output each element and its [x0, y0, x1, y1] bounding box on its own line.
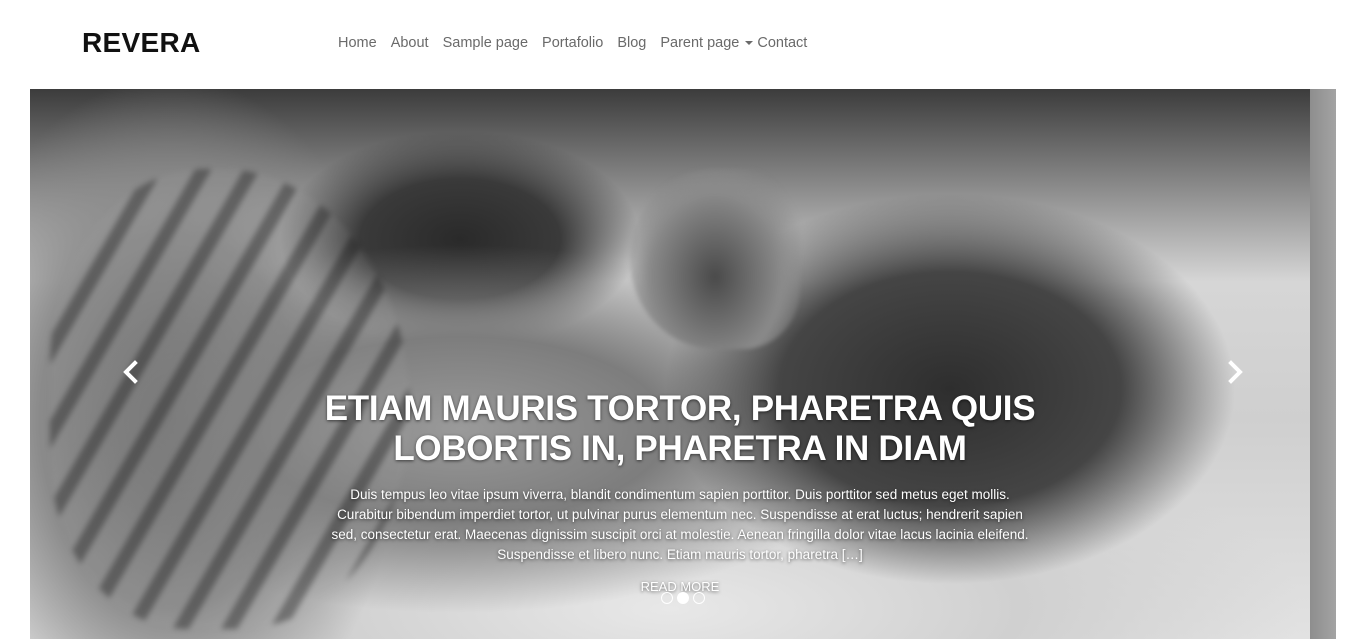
chevron-right-icon	[1228, 360, 1243, 384]
slider-prev-button[interactable]	[116, 357, 146, 387]
slide-excerpt: Duis tempus leo vitae ipsum viverra, bla…	[331, 487, 1029, 562]
hero-slider: ETIAM MAURIS TORTOR, PHARETRA QUIS LOBOR…	[30, 89, 1336, 639]
caret-down-icon[interactable]	[745, 41, 754, 45]
slider-dot-1[interactable]	[661, 592, 673, 604]
slider-pagination	[661, 592, 705, 604]
nav-item-contact[interactable]: Contact	[757, 34, 807, 52]
nav-item-about[interactable]: About	[391, 34, 429, 52]
chevron-left-icon	[123, 360, 138, 384]
nav-item-sample-page[interactable]: Sample page	[443, 34, 528, 52]
slider-dot-3[interactable]	[693, 592, 705, 604]
nav-item-home[interactable]: Home	[338, 34, 377, 52]
slider-next-button[interactable]	[1220, 357, 1250, 387]
slide-title[interactable]: ETIAM MAURIS TORTOR, PHARETRA QUIS LOBOR…	[310, 389, 1050, 469]
main-nav: Home About Sample page Portafolio Blog P…	[338, 34, 821, 52]
nav-item-blog[interactable]: Blog	[617, 34, 646, 52]
slide-caption: ETIAM MAURIS TORTOR, PHARETRA QUIS LOBOR…	[310, 389, 1050, 596]
site-logo[interactable]: REVERA	[82, 28, 201, 58]
kitten-ear-shape	[630, 169, 800, 349]
nav-item-portafolio[interactable]: Portafolio	[542, 34, 603, 52]
slider-dot-2[interactable]	[677, 592, 689, 604]
nav-item-parent-page[interactable]: Parent page	[660, 34, 739, 52]
next-slide-peek	[1310, 89, 1336, 639]
site-header: REVERA Home About Sample page Portafolio…	[0, 0, 1366, 89]
